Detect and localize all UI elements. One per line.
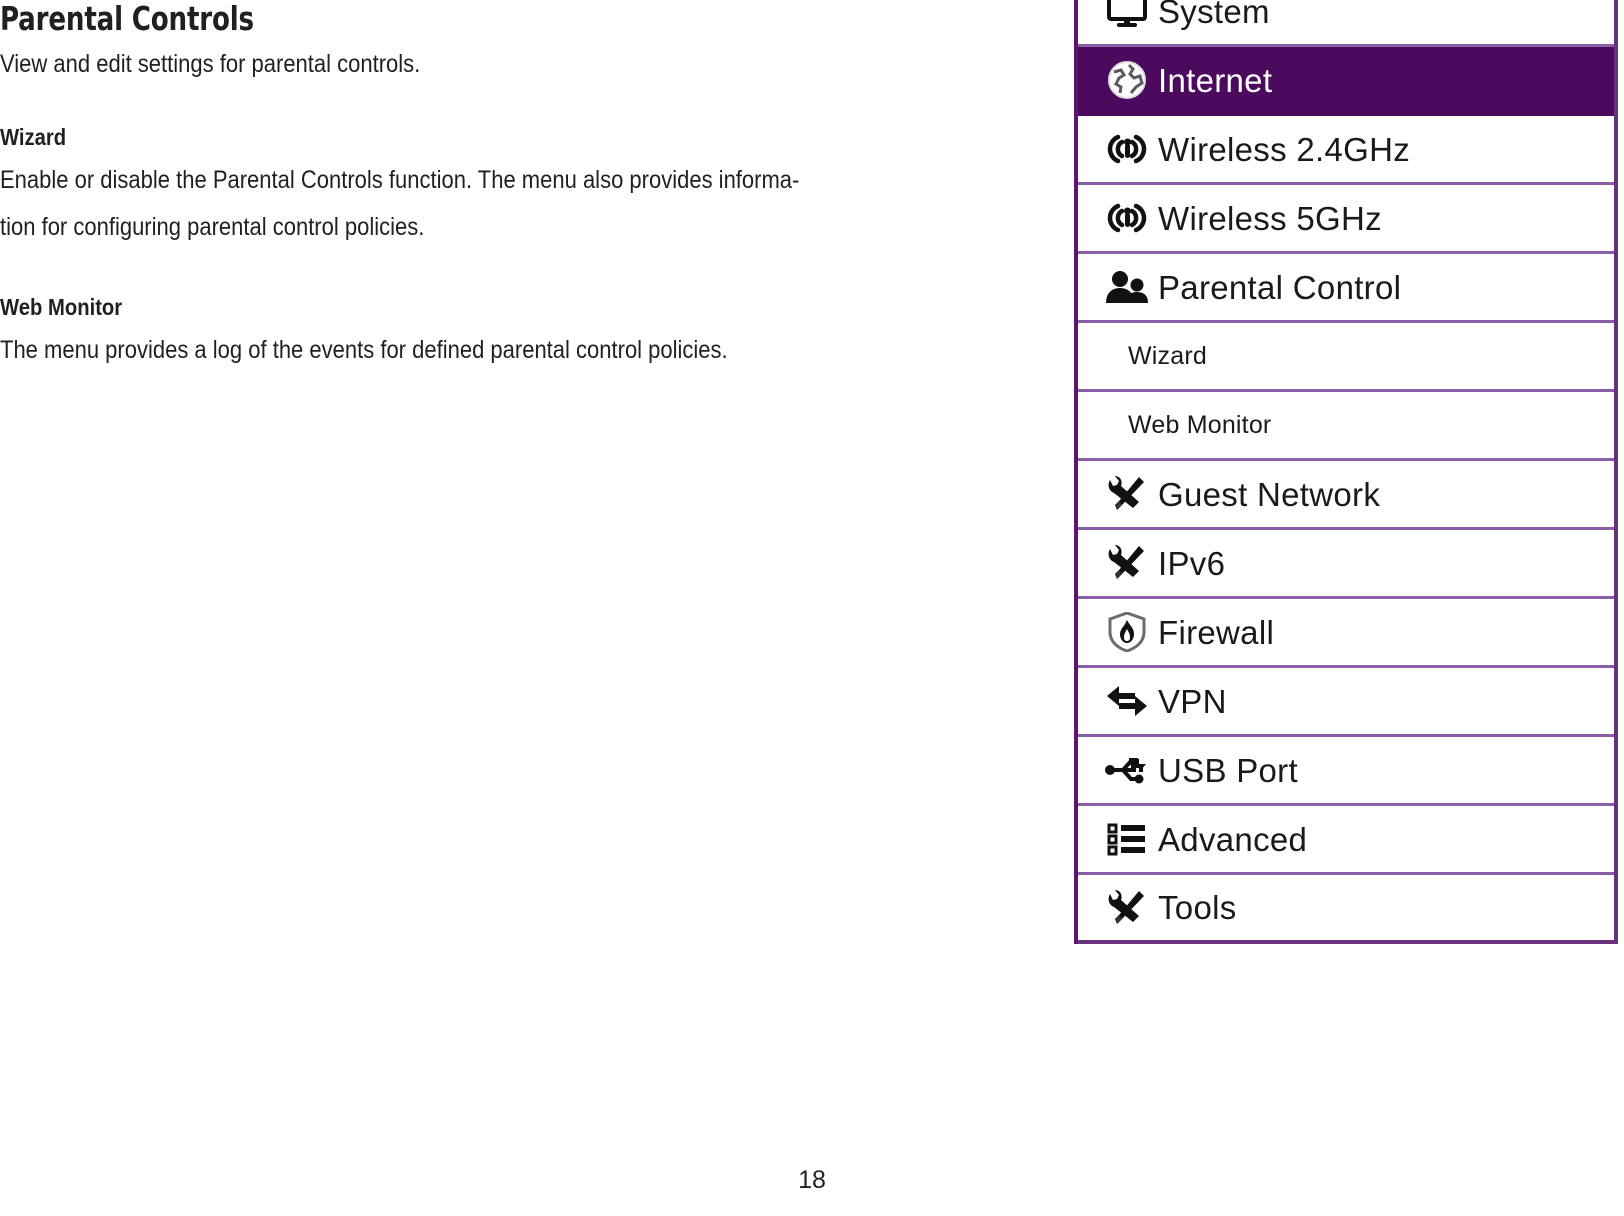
menu-item-usb-port[interactable]: USB Port bbox=[1078, 737, 1614, 806]
menu-item-firewall[interactable]: Firewall bbox=[1078, 599, 1614, 668]
menu-item-label: Internet bbox=[1158, 61, 1273, 99]
menu-item-internet[interactable]: Internet bbox=[1078, 47, 1614, 116]
menu-item-guest-network[interactable]: Guest Network bbox=[1078, 461, 1614, 530]
usb-icon bbox=[1096, 746, 1158, 794]
menu-item-label: Tools bbox=[1158, 889, 1237, 926]
menu-item-ipv6[interactable]: IPv6 bbox=[1078, 530, 1614, 599]
section-heading: Wizard bbox=[0, 124, 67, 150]
document-body: Parental Controls View and edit settings… bbox=[0, 0, 1030, 374]
section-heading: Web Monitor bbox=[0, 294, 123, 320]
paragraph-line: Enable or disable the Parental Controls … bbox=[0, 166, 800, 194]
menu-item-label: Wizard bbox=[1128, 341, 1207, 370]
wireless-signal-icon bbox=[1096, 194, 1158, 242]
globe-icon bbox=[1096, 56, 1158, 104]
menu-item-tools[interactable]: Tools bbox=[1078, 875, 1614, 944]
menu-item-parental-control[interactable]: Parental Control bbox=[1078, 254, 1614, 323]
menu-item-label: Wireless 5GHz bbox=[1158, 199, 1382, 237]
wireless-signal-icon bbox=[1096, 125, 1158, 173]
section-web-monitor: Web Monitor The menu provides a log of t… bbox=[0, 293, 1030, 374]
page-title: Parental Controls bbox=[0, 0, 254, 38]
router-navigation-menu: System Internet Wireless 2.4GHz Wireless 5G… bbox=[1074, 0, 1618, 944]
menu-item-label: Web Monitor bbox=[1128, 410, 1272, 439]
menu-item-label: Parental Control bbox=[1158, 268, 1402, 306]
menu-item-wireless-5ghz[interactable]: Wireless 5GHz bbox=[1078, 185, 1614, 254]
menu-item-label: Advanced bbox=[1158, 820, 1308, 858]
menu-item-label: Guest Network bbox=[1158, 475, 1381, 513]
paragraph-line: The menu provides a log of the events fo… bbox=[0, 336, 728, 364]
menu-item-system[interactable]: System bbox=[1078, 0, 1614, 47]
shield-flame-icon bbox=[1096, 608, 1158, 656]
section-paragraph: The menu provides a log of the events fo… bbox=[0, 327, 1030, 374]
menu-item-label: VPN bbox=[1158, 682, 1227, 720]
menu-item-wizard[interactable]: Wizard bbox=[1078, 323, 1614, 392]
paragraph-line: tion for configuring parental control po… bbox=[0, 213, 425, 241]
tools-icon bbox=[1096, 470, 1158, 518]
section-wizard: Wizard Enable or disable the Parental Co… bbox=[0, 123, 1030, 251]
page-intro-text: View and edit settings for parental cont… bbox=[0, 50, 421, 78]
menu-item-wireless-2-4ghz[interactable]: Wireless 2.4GHz bbox=[1078, 116, 1614, 185]
tools-icon bbox=[1096, 884, 1158, 932]
menu-item-vpn[interactable]: VPN bbox=[1078, 668, 1614, 737]
list-icon bbox=[1096, 815, 1158, 863]
arrows-exchange-icon bbox=[1096, 677, 1158, 725]
section-paragraph: Enable or disable the Parental Controls … bbox=[0, 157, 1030, 251]
menu-item-web-monitor[interactable]: Web Monitor bbox=[1078, 392, 1614, 461]
menu-item-label: IPv6 bbox=[1158, 544, 1226, 582]
monitor-icon bbox=[1096, 0, 1158, 35]
menu-item-label: System bbox=[1158, 0, 1270, 30]
menu-item-label: Wireless 2.4GHz bbox=[1158, 130, 1411, 168]
menu-item-advanced[interactable]: Advanced bbox=[1078, 806, 1614, 875]
menu-item-label: USB Port bbox=[1158, 751, 1298, 789]
menu-item-label: Firewall bbox=[1158, 613, 1275, 651]
people-icon bbox=[1096, 263, 1158, 311]
page-number: 18 bbox=[798, 1166, 826, 1194]
tools-icon bbox=[1096, 539, 1158, 587]
